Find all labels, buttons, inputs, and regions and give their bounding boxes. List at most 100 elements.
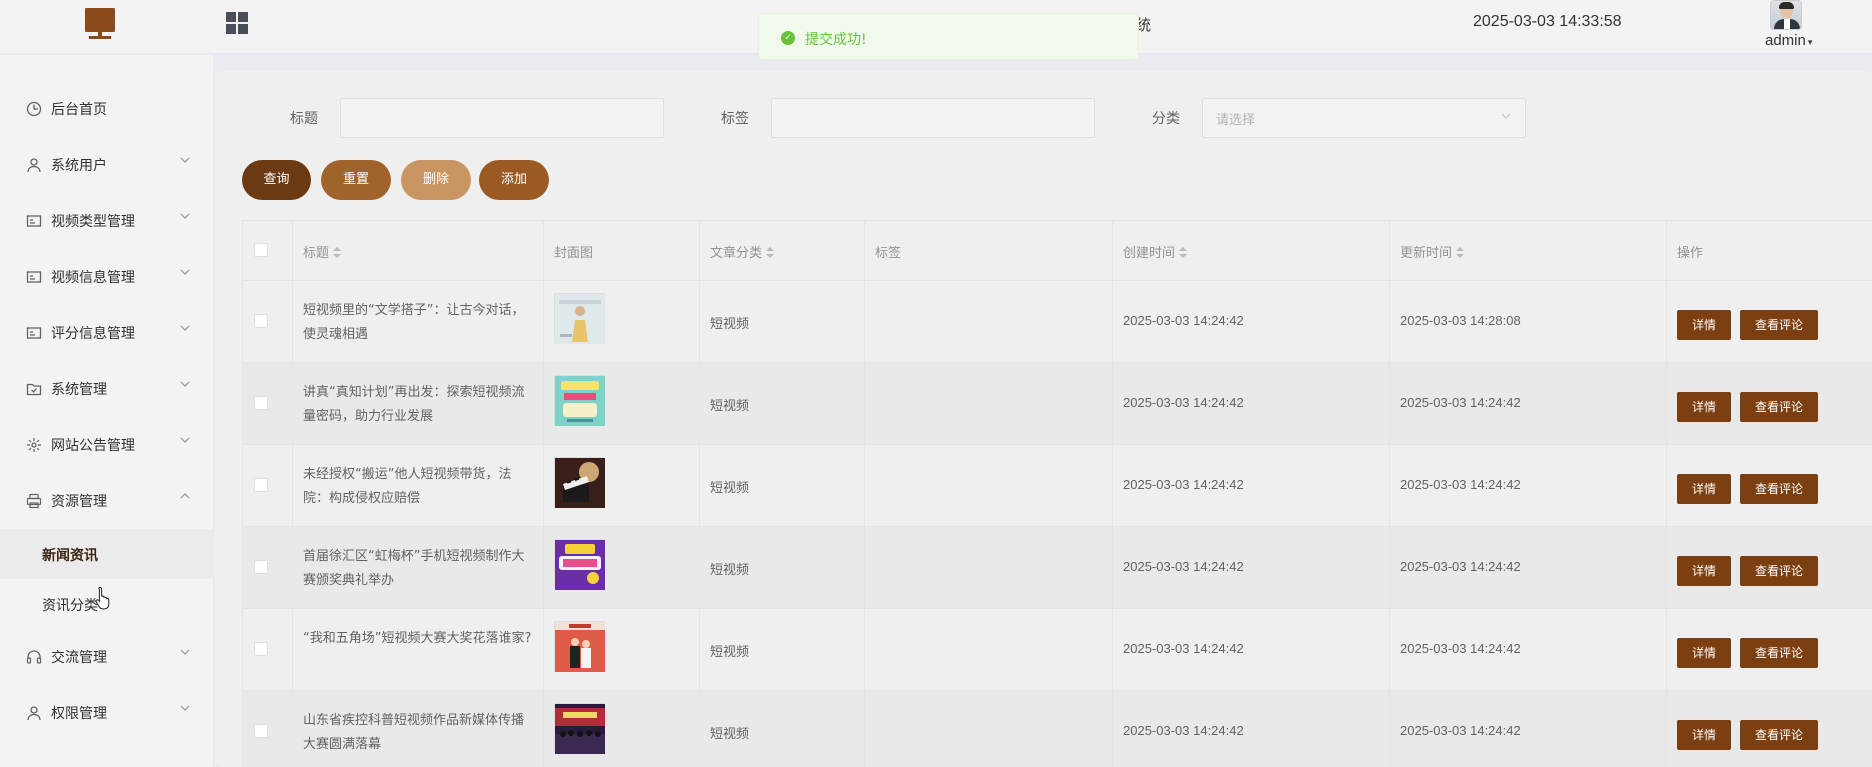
category-select-placeholder: 请选择	[1216, 112, 1256, 127]
row-updated-time: 2025-03-03 14:24:42	[1400, 723, 1521, 738]
sidebar-item-communication[interactable]: 交流管理	[0, 629, 213, 685]
detail-button[interactable]: 详情	[1677, 638, 1731, 668]
printer-icon	[26, 493, 42, 509]
thumb-green-poster[interactable]	[554, 375, 605, 426]
tag-search-input[interactable]	[771, 98, 1095, 138]
category-select-label: 分类	[1152, 111, 1180, 127]
row-created-time: 2025-03-03 14:24:42	[1123, 477, 1244, 492]
thumb-film-clapper[interactable]	[554, 457, 605, 508]
sidebar-item-announcements[interactable]: 网站公告管理	[0, 417, 213, 473]
header-title[interactable]: 标题	[293, 221, 544, 280]
thumb-purple-poster[interactable]	[554, 539, 605, 590]
title-search-input[interactable]	[340, 98, 664, 138]
row-category: 短视频	[710, 317, 750, 332]
monitor-logo-icon	[85, 8, 115, 40]
sidebar-item-label: 资源管理	[51, 494, 107, 510]
detail-button[interactable]: 详情	[1677, 392, 1731, 422]
row-checkbox[interactable]	[254, 478, 268, 492]
thumb-stage-crowd[interactable]	[554, 703, 605, 754]
table-row: 首届徐汇区“虹梅杯”手机短视频制作大赛颁奖典礼举办 短视频 2025-03-03 1…	[243, 527, 1872, 609]
view-comments-button[interactable]: 查看评论	[1740, 720, 1818, 750]
row-category: 短视频	[710, 563, 750, 578]
category-select[interactable]: 请选择	[1202, 98, 1526, 138]
current-datetime: 2025-03-03 14:33:58	[1473, 13, 1622, 30]
detail-button[interactable]: 详情	[1677, 474, 1731, 504]
row-title: 讲真“真知计划”再出发：探索短视频流量密码，助力行业发展	[303, 385, 525, 424]
row-checkbox[interactable]	[254, 642, 268, 656]
submenu-item-label: 资讯分类	[42, 598, 98, 614]
headset-icon	[26, 650, 42, 664]
thumb-woman-poster[interactable]	[554, 293, 605, 344]
title-search-label: 标题	[290, 111, 318, 127]
header-updated[interactable]: 更新时间	[1390, 221, 1667, 280]
detail-button[interactable]: 详情	[1677, 720, 1731, 750]
select-all-checkbox[interactable]	[254, 243, 268, 257]
sort-caret-icon[interactable]	[333, 246, 342, 259]
view-comments-button[interactable]: 查看评论	[1740, 556, 1818, 586]
row-title: 首届徐汇区“虹梅杯”手机短视频制作大赛颁奖典礼举办	[303, 549, 525, 588]
card-icon	[26, 327, 42, 339]
sidebar-item-system-management[interactable]: 系统管理	[0, 361, 213, 417]
user-dropdown[interactable]: admin ▾	[1765, 32, 1812, 49]
detail-button[interactable]: 详情	[1677, 310, 1731, 340]
view-comments-button[interactable]: 查看评论	[1740, 638, 1818, 668]
sidebar-item-permissions[interactable]: 权限管理	[0, 685, 213, 741]
delete-button[interactable]: 删除	[401, 160, 471, 200]
view-comments-button[interactable]: 查看评论	[1740, 474, 1818, 504]
chevron-down-icon	[180, 325, 190, 331]
table-row: 讲真“真知计划”再出发：探索短视频流量密码，助力行业发展 短视频 2025-03-0…	[243, 363, 1872, 445]
row-title: 山东省疾控科普短视频作品新媒体传播大赛圆满落幕	[303, 713, 525, 752]
sidebar-item-label: 视频信息管理	[51, 270, 135, 286]
sort-caret-icon[interactable]	[1179, 246, 1188, 259]
sidebar-item-system-users[interactable]: 系统用户	[0, 137, 213, 193]
sidebar-item-video-type[interactable]: 视频类型管理	[0, 193, 213, 249]
row-checkbox[interactable]	[254, 314, 268, 328]
row-created-time: 2025-03-03 14:24:42	[1123, 395, 1244, 410]
header-created-label: 创建时间	[1123, 246, 1176, 261]
header-category[interactable]: 文章分类	[700, 221, 865, 280]
view-comments-button[interactable]: 查看评论	[1740, 392, 1818, 422]
chevron-down-icon	[1501, 113, 1511, 119]
sidebar-item-label: 网站公告管理	[51, 438, 135, 454]
add-button[interactable]: 添加	[479, 160, 549, 200]
table-row: 短视频里的“文学搭子”：让古今对话，使灵魂相遇 短视频 2025-03-03 14:…	[243, 281, 1872, 363]
row-created-time: 2025-03-03 14:24:42	[1123, 723, 1244, 738]
avatar[interactable]	[1770, 0, 1802, 30]
sidebar-item-video-info[interactable]: 视频信息管理	[0, 249, 213, 305]
grid-menu-icon[interactable]	[226, 12, 248, 34]
sidebar-item-resource-management[interactable]: 资源管理	[0, 473, 213, 529]
chevron-down-icon	[180, 381, 190, 387]
sort-caret-icon[interactable]	[766, 246, 775, 259]
thumb-award-red[interactable]	[554, 621, 605, 672]
sidebar-item-label: 系统管理	[51, 382, 107, 398]
detail-button[interactable]: 详情	[1677, 556, 1731, 586]
header-created[interactable]: 创建时间	[1113, 221, 1390, 280]
chevron-down-icon	[180, 649, 190, 655]
row-title: “我和五角场”短视频大赛大奖花落谁家?	[303, 631, 532, 646]
header-cover-label: 封面图	[554, 246, 594, 261]
sort-caret-icon[interactable]	[1456, 246, 1465, 259]
row-checkbox[interactable]	[254, 396, 268, 410]
sidebar-item-label: 评分信息管理	[51, 326, 135, 342]
row-updated-time: 2025-03-03 14:24:42	[1400, 559, 1521, 574]
sidebar-item-rating-info[interactable]: 评分信息管理	[0, 305, 213, 361]
sidebar-item-home[interactable]: 后台首页	[0, 81, 213, 137]
folder-check-icon	[26, 383, 42, 396]
query-button[interactable]: 查询	[242, 160, 311, 200]
header-tag-label: 标签	[875, 246, 902, 261]
reset-button[interactable]: 重置	[321, 160, 391, 200]
sidebar: 后台首页 系统用户 视频类型管理 视频信息管理 评分信息管理 系统管理 网站公告…	[0, 55, 213, 767]
row-updated-time: 2025-03-03 14:24:42	[1400, 395, 1521, 410]
check-circle-icon: ✓	[781, 31, 795, 45]
table-row: 山东省疾控科普短视频作品新媒体传播大赛圆满落幕 短视频 2025-03-03 14:…	[243, 691, 1872, 767]
row-category: 短视频	[710, 399, 750, 414]
view-comments-button[interactable]: 查看评论	[1740, 310, 1818, 340]
header-cover: 封面图	[544, 221, 700, 280]
row-checkbox[interactable]	[254, 560, 268, 574]
submenu-item-news[interactable]: 新闻资讯	[0, 529, 213, 579]
user-icon	[27, 706, 41, 721]
row-checkbox[interactable]	[254, 724, 268, 738]
card-icon	[26, 271, 42, 283]
sun-icon	[27, 438, 41, 452]
header-action: 操作	[1667, 221, 1872, 280]
